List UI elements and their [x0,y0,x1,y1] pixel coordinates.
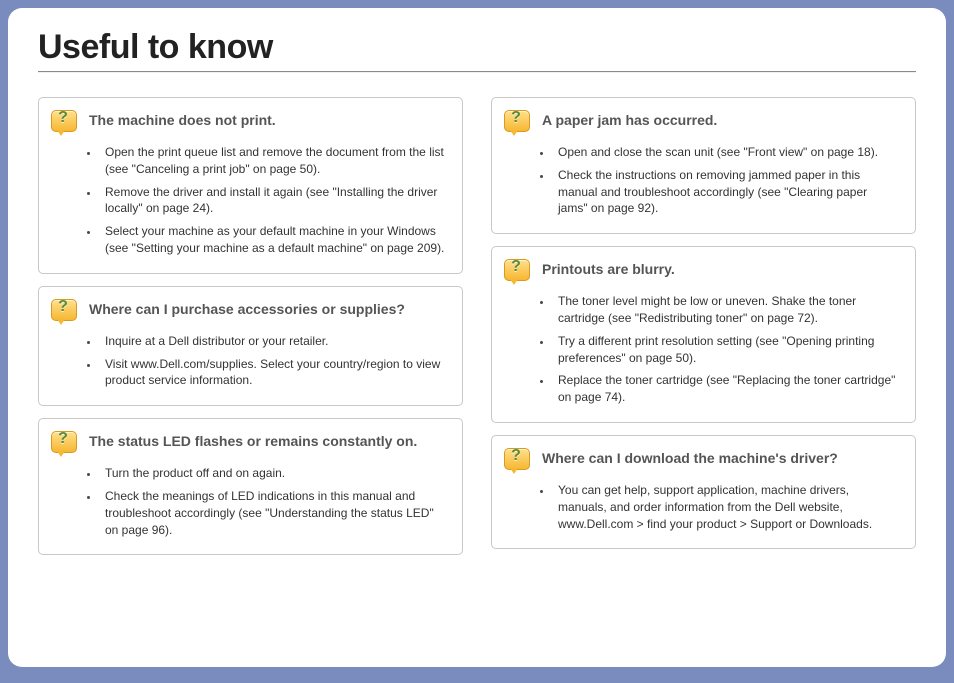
list-item: Check the meanings of LED indications in… [99,488,446,538]
list-item: Check the instructions on removing jamme… [552,167,899,217]
list-item: Try a different print resolution setting… [552,333,899,367]
card-title: The machine does not print. [89,108,276,128]
question-icon: ? [51,299,77,325]
list-item: Visit www.Dell.com/supplies. Select your… [99,356,446,390]
question-icon: ? [504,110,530,136]
help-card: ? The machine does not print. Open the pri… [38,97,463,274]
document-page: Useful to know ? The machine does not pri… [8,8,946,667]
question-icon: ? [51,110,77,136]
question-icon: ? [504,448,530,474]
help-card: ? Where can I download the machine's driv… [491,435,916,549]
card-title: A paper jam has occurred. [542,108,717,128]
help-card: ? The status LED flashes or remains const… [38,418,463,555]
card-list: Open and close the scan unit (see "Front… [504,144,903,217]
question-icon: ? [504,259,530,285]
list-item: Select your machine as your default mach… [99,223,446,257]
card-header: ? The status LED flashes or remains const… [51,429,450,457]
card-title: The status LED flashes or remains consta… [89,429,417,449]
card-list: The toner level might be low or uneven. … [504,293,903,406]
card-list: Open the print queue list and remove the… [51,144,450,257]
card-title: Where can I purchase accessories or supp… [89,297,405,317]
card-list: You can get help, support application, m… [504,482,903,532]
list-item: Inquire at a Dell distributor or your re… [99,333,446,350]
right-column: ? A paper jam has occurred. Open and close… [491,97,916,555]
help-card: ? Where can I purchase accessories or sup… [38,286,463,406]
content-columns: ? The machine does not print. Open the pri… [38,97,916,555]
card-list: Inquire at a Dell distributor or your re… [51,333,450,389]
title-rule [38,71,916,73]
list-item: The toner level might be low or uneven. … [552,293,899,327]
list-item: Remove the driver and install it again (… [99,184,446,218]
list-item: Open and close the scan unit (see "Front… [552,144,899,161]
card-header: ? Where can I download the machine's driv… [504,446,903,474]
card-header: ? Where can I purchase accessories or sup… [51,297,450,325]
help-card: ? A paper jam has occurred. Open and close… [491,97,916,234]
help-card: ? Printouts are blurry. The toner level mi… [491,246,916,423]
list-item: Turn the product off and on again. [99,465,446,482]
card-list: Turn the product off and on again. Check … [51,465,450,538]
card-title: Printouts are blurry. [542,257,675,277]
card-header: ? A paper jam has occurred. [504,108,903,136]
list-item: Replace the toner cartridge (see "Replac… [552,372,899,406]
list-item: Open the print queue list and remove the… [99,144,446,178]
card-header: ? Printouts are blurry. [504,257,903,285]
question-icon: ? [51,431,77,457]
list-item: You can get help, support application, m… [552,482,899,532]
left-column: ? The machine does not print. Open the pri… [38,97,463,555]
card-header: ? The machine does not print. [51,108,450,136]
card-title: Where can I download the machine's drive… [542,446,838,466]
page-title: Useful to know [38,28,916,67]
